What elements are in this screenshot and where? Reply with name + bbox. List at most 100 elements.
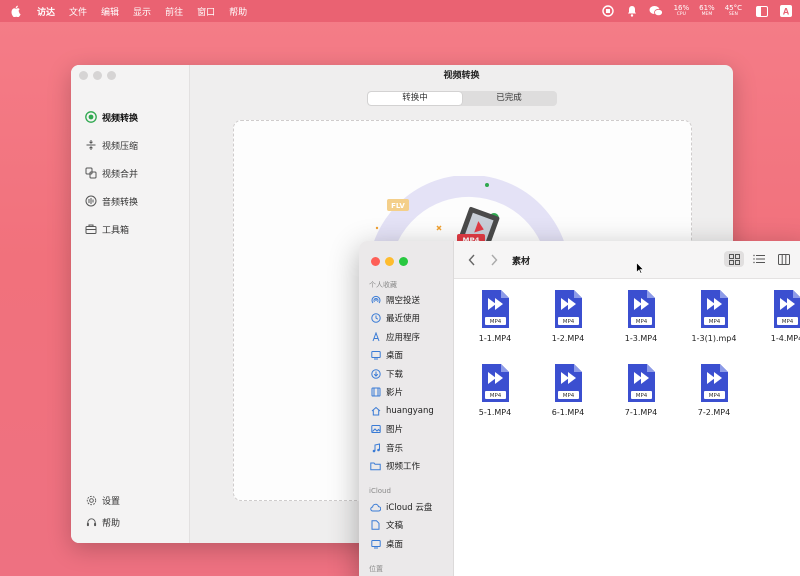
- menu-file[interactable]: 文件: [69, 5, 87, 18]
- file-item[interactable]: MP4 1-3(1).mp4: [683, 289, 745, 343]
- video-file-icon: MP4: [552, 363, 584, 403]
- nav-label: 视频合并: [102, 169, 139, 180]
- file-grid: MP4 1-1.MP4 MP4 1-2.MP4 MP4 1-3.MP4 MP4 …: [454, 279, 800, 576]
- cpu-stat: 16% CPU: [673, 3, 690, 17]
- file-item[interactable]: MP4 7-1.MP4: [610, 363, 672, 417]
- svg-text:MP4: MP4: [563, 393, 575, 399]
- audio-convert-icon: [85, 195, 97, 207]
- column-view-button[interactable]: [774, 251, 794, 267]
- svg-text:MP4: MP4: [709, 319, 721, 325]
- file-item[interactable]: MP4 1-1.MP4: [464, 289, 526, 343]
- apple-icon[interactable]: [11, 5, 25, 17]
- menu-bar: 访达 文件 编辑 显示 前往 窗口 帮助 16% CPU 61% MEM 45°…: [0, 0, 800, 22]
- file-item[interactable]: MP4 6-1.MP4: [537, 363, 599, 417]
- sidebar-item-downloads[interactable]: 下载: [370, 367, 403, 381]
- video-file-icon: MP4: [479, 289, 511, 329]
- finder-zoom-button[interactable]: [399, 257, 408, 266]
- tab-completed[interactable]: 已完成: [462, 92, 556, 105]
- svg-text:MP4: MP4: [636, 393, 648, 399]
- svg-text:MP4: MP4: [782, 319, 794, 325]
- favorites-header: 个人收藏: [369, 281, 397, 289]
- menu-go[interactable]: 前往: [165, 5, 183, 18]
- nav-video-convert[interactable]: 视频转换: [85, 103, 138, 131]
- sidebar-item-documents[interactable]: 文稿: [370, 518, 403, 532]
- file-item[interactable]: MP4 5-1.MP4: [464, 363, 526, 417]
- locations-header: 位置: [369, 565, 383, 573]
- svg-text:MP4: MP4: [636, 319, 648, 325]
- home-icon: [370, 406, 381, 417]
- nav-label: 音频转换: [102, 197, 139, 208]
- svg-text:MP4: MP4: [563, 319, 575, 325]
- sidebar-item-applications[interactable]: 应用程序: [370, 330, 420, 344]
- sensor-stat: 45°C SEN: [724, 3, 742, 17]
- airdrop-icon: [370, 295, 381, 306]
- nav-audio-convert[interactable]: 音频转换: [85, 187, 138, 215]
- sidebar-item-desktop[interactable]: 桌面: [370, 348, 403, 362]
- svg-text:MP4: MP4: [709, 393, 721, 399]
- file-item[interactable]: MP4 1-2.MP4: [537, 289, 599, 343]
- compress-icon: [85, 139, 97, 151]
- svg-text:A: A: [783, 7, 790, 17]
- film-icon: [370, 387, 381, 398]
- nav-label: 帮助: [102, 518, 121, 529]
- video-file-icon: MP4: [698, 289, 730, 329]
- sidebar-item-airdrop[interactable]: 隔空投送: [370, 293, 420, 307]
- list-view-button[interactable]: [749, 251, 769, 267]
- file-item[interactable]: MP4 1-3.MP4: [610, 289, 672, 343]
- svg-text:MP4: MP4: [490, 393, 502, 399]
- sidebar-item-video-work[interactable]: 视频工作: [370, 459, 420, 473]
- video-file-icon: MP4: [625, 289, 657, 329]
- icon-view-button[interactable]: [724, 251, 744, 267]
- record-icon[interactable]: [600, 4, 616, 18]
- finder-window: 个人收藏 隔空投送 最近使用 应用程序 桌面 下载 影片 huangyang 图…: [359, 241, 800, 576]
- sidebar-item-pictures[interactable]: 图片: [370, 422, 403, 436]
- back-button[interactable]: [468, 254, 476, 269]
- help-icon: [85, 516, 97, 528]
- minimize-button[interactable]: [93, 71, 102, 80]
- sidebar-toggle-icon[interactable]: [754, 4, 770, 18]
- video-file-icon: MP4: [698, 363, 730, 403]
- sidebar-item-icloud-drive[interactable]: iCloud 云盘: [370, 500, 432, 514]
- sidebar-item-home[interactable]: huangyang: [370, 404, 434, 418]
- sidebar-item-recents[interactable]: 最近使用: [370, 311, 420, 325]
- mouse-cursor: [636, 262, 644, 274]
- menu-view[interactable]: 显示: [133, 5, 151, 18]
- menu-window[interactable]: 窗口: [197, 5, 215, 18]
- file-item[interactable]: MP4 1-4.MP4: [756, 289, 800, 343]
- nav-video-merge[interactable]: 视频合并: [85, 159, 138, 187]
- menu-app-name[interactable]: 访达: [37, 5, 55, 18]
- app-sidebar: 视频转换 视频压缩 视频合并 音频转换 工具箱 设置 帮助: [71, 65, 190, 543]
- input-method-icon[interactable]: A: [778, 4, 794, 18]
- nav-label: 视频压缩: [102, 141, 139, 152]
- wechat-icon[interactable]: [648, 4, 664, 18]
- icloud-header: iCloud: [369, 487, 391, 495]
- window-controls: [79, 71, 121, 80]
- status-tabs: 转换中 已完成: [367, 91, 557, 106]
- sidebar-item-music[interactable]: 音乐: [370, 441, 403, 455]
- nav-toolbox[interactable]: 工具箱: [85, 215, 138, 243]
- nav-video-compress[interactable]: 视频压缩: [85, 131, 138, 159]
- menu-edit[interactable]: 编辑: [101, 5, 119, 18]
- convert-icon: [85, 111, 97, 123]
- close-button[interactable]: [79, 71, 88, 80]
- notification-icon[interactable]: [624, 4, 640, 18]
- finder-window-controls: [371, 257, 413, 266]
- zoom-button[interactable]: [107, 71, 116, 80]
- nav-settings[interactable]: 设置: [85, 489, 120, 511]
- sidebar-item-movies[interactable]: 影片: [370, 385, 403, 399]
- download-icon: [370, 369, 381, 380]
- folder-icon: [370, 461, 381, 472]
- window-title: 视频转换: [443, 71, 480, 81]
- merge-icon: [85, 167, 97, 179]
- tab-converting[interactable]: 转换中: [368, 92, 462, 105]
- finder-close-button[interactable]: [371, 257, 380, 266]
- mem-stat: 61% MEM: [699, 3, 715, 17]
- nav-help[interactable]: 帮助: [85, 511, 120, 533]
- finder-minimize-button[interactable]: [385, 257, 394, 266]
- picture-icon: [370, 424, 381, 435]
- sidebar-item-icloud-desktop[interactable]: 桌面: [370, 537, 403, 551]
- forward-button[interactable]: [490, 254, 498, 269]
- menu-help[interactable]: 帮助: [229, 5, 247, 18]
- file-item[interactable]: MP4 7-2.MP4: [683, 363, 745, 417]
- folder-title: 素材: [512, 257, 531, 267]
